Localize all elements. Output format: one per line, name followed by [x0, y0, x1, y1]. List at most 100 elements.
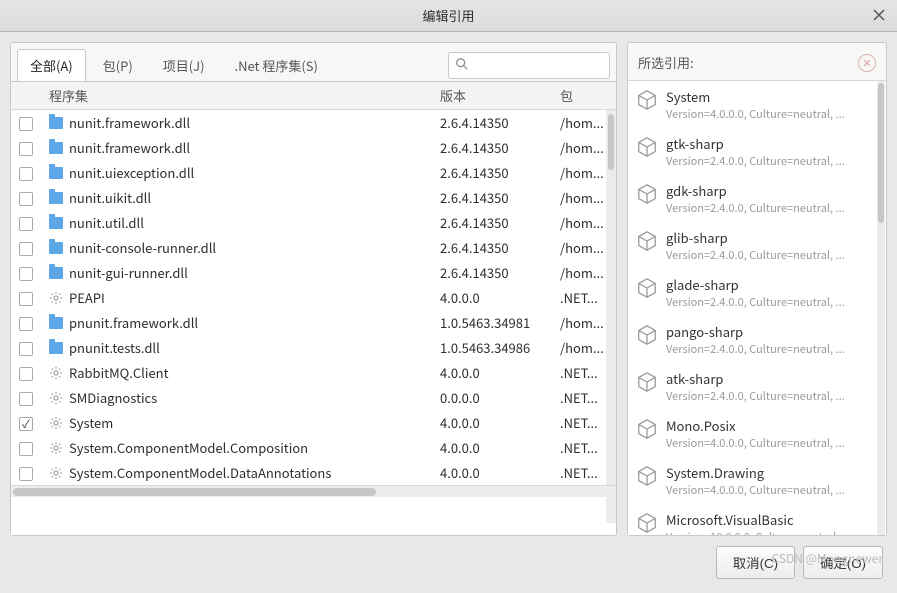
selected-meta: Version=2.4.0.0, Culture=neutral, ...	[666, 200, 878, 216]
row-checkbox[interactable]	[19, 267, 33, 281]
table-row[interactable]: System.ComponentModel.Composition 4.0.0.0…	[11, 435, 616, 460]
row-checkbox[interactable]	[19, 292, 33, 306]
selected-item[interactable]: pango-sharpVersion=2.4.0.0, Culture=neut…	[628, 316, 886, 363]
assembly-name: pnunit.framework.dll	[69, 313, 198, 332]
package-icon	[636, 371, 658, 393]
selected-meta: Version=4.0.0.0, Culture=neutral, ...	[666, 482, 878, 498]
assembly-version: 1.0.5463.34981	[432, 310, 552, 335]
tab-3[interactable]: .Net 程序集(S)	[221, 49, 330, 81]
selected-name: pango-sharp	[666, 322, 878, 341]
table-row[interactable]: pnunit.framework.dll1.0.5463.34981/hom..…	[11, 310, 616, 335]
assembly-name: System.ComponentModel.Composition	[69, 438, 308, 457]
tabs-row: 全部(A)包(P)项目(J).Net 程序集(S)	[11, 43, 616, 81]
table-row[interactable]: nunit.util.dll2.6.4.14350/hom...	[11, 210, 616, 235]
horizontal-scrollbar[interactable]	[11, 485, 616, 497]
row-checkbox[interactable]	[19, 467, 33, 481]
table-row[interactable]: System4.0.0.0.NET...	[11, 410, 616, 435]
assembly-name: nunit.framework.dll	[69, 113, 190, 132]
selected-list[interactable]: SystemVersion=4.0.0.0, Culture=neutral, …	[628, 80, 886, 535]
column-version[interactable]: 版本	[432, 82, 552, 110]
clear-selection-icon[interactable]: ✕	[858, 54, 876, 72]
folder-icon	[49, 242, 63, 254]
row-checkbox[interactable]	[19, 317, 33, 331]
package-icon	[636, 324, 658, 346]
assembly-name: nunit-console-runner.dll	[69, 238, 216, 257]
tab-2[interactable]: 项目(J)	[150, 49, 218, 81]
column-package[interactable]: 包	[552, 82, 616, 110]
search-icon	[455, 56, 469, 75]
table-row[interactable]: RabbitMQ.Client4.0.0.0.NET...	[11, 360, 616, 385]
package-icon	[636, 136, 658, 158]
assembly-version: 2.6.4.14350	[432, 110, 552, 136]
table-row[interactable]: nunit.uiexception.dll2.6.4.14350/hom...	[11, 160, 616, 185]
selected-item[interactable]: gtk-sharpVersion=2.4.0.0, Culture=neutra…	[628, 128, 886, 175]
row-checkbox[interactable]	[19, 242, 33, 256]
selected-meta: Version=4.0.0.0, Culture=neutral, ...	[666, 435, 878, 451]
row-checkbox[interactable]	[19, 167, 33, 181]
selected-item[interactable]: Microsoft.VisualBasicVersion=10.0.0.0, C…	[628, 504, 886, 535]
assembly-version: 2.6.4.14350	[432, 260, 552, 285]
selected-item[interactable]: glade-sharpVersion=2.4.0.0, Culture=neut…	[628, 269, 886, 316]
folder-icon	[49, 267, 63, 279]
assembly-name: SMDiagnostics	[69, 388, 157, 407]
table-row[interactable]: nunit-console-runner.dll2.6.4.14350/hom.…	[11, 235, 616, 260]
folder-icon	[49, 167, 63, 179]
table-row[interactable]: nunit.framework.dll2.6.4.14350/hom...	[11, 110, 616, 136]
folder-icon	[49, 117, 63, 129]
assembly-version: 2.6.4.14350	[432, 210, 552, 235]
selected-item[interactable]: gdk-sharpVersion=2.4.0.0, Culture=neutra…	[628, 175, 886, 222]
selected-item[interactable]: Mono.PosixVersion=4.0.0.0, Culture=neutr…	[628, 410, 886, 457]
selected-name: glib-sharp	[666, 228, 878, 247]
gear-icon	[49, 466, 63, 480]
selected-meta: Version=2.4.0.0, Culture=neutral, ...	[666, 294, 878, 310]
gear-icon	[49, 366, 63, 380]
table-row[interactable]: nunit.uikit.dll2.6.4.14350/hom...	[11, 185, 616, 210]
assembly-name: nunit.uiexception.dll	[69, 163, 194, 182]
gear-icon	[49, 291, 63, 305]
search-field[interactable]	[448, 52, 610, 79]
assembly-version: 4.0.0.0	[432, 285, 552, 310]
selected-header-label: 所选引用:	[638, 53, 694, 72]
row-checkbox[interactable]	[19, 142, 33, 156]
ok-button[interactable]: 确定(O)	[803, 546, 883, 579]
row-checkbox[interactable]	[19, 417, 33, 431]
table-row[interactable]: PEAPI4.0.0.0.NET...	[11, 285, 616, 310]
selected-item[interactable]: System.DrawingVersion=4.0.0.0, Culture=n…	[628, 457, 886, 504]
table-row[interactable]: pnunit.tests.dll1.0.5463.34986/hom...	[11, 335, 616, 360]
table-row[interactable]: SMDiagnostics0.0.0.0.NET...	[11, 385, 616, 410]
table-row[interactable]: nunit-gui-runner.dll2.6.4.14350/hom...	[11, 260, 616, 285]
package-icon	[636, 418, 658, 440]
assembly-version: 4.0.0.0	[432, 360, 552, 385]
search-input[interactable]	[473, 58, 603, 73]
row-checkbox[interactable]	[19, 342, 33, 356]
vertical-scrollbar[interactable]	[606, 110, 616, 523]
row-checkbox[interactable]	[19, 117, 33, 131]
selected-item[interactable]: glib-sharpVersion=2.4.0.0, Culture=neutr…	[628, 222, 886, 269]
row-checkbox[interactable]	[19, 217, 33, 231]
assembly-name: System.ComponentModel.DataAnnotations	[69, 463, 331, 482]
table-row[interactable]: nunit.framework.dll2.6.4.14350/hom...	[11, 135, 616, 160]
selected-name: gtk-sharp	[666, 134, 878, 153]
close-icon[interactable]	[871, 7, 887, 23]
folder-icon	[49, 142, 63, 154]
assembly-grid[interactable]: 程序集 版本 包 nunit.framework.dll2.6.4.14350/…	[11, 81, 616, 535]
column-assembly[interactable]: 程序集	[41, 82, 432, 110]
selected-item[interactable]: SystemVersion=4.0.0.0, Culture=neutral, …	[628, 81, 886, 128]
selected-meta: Version=4.0.0.0, Culture=neutral, ...	[666, 106, 878, 122]
selected-item[interactable]: atk-sharpVersion=2.4.0.0, Culture=neutra…	[628, 363, 886, 410]
row-checkbox[interactable]	[19, 392, 33, 406]
tab-0[interactable]: 全部(A)	[17, 49, 86, 81]
row-checkbox[interactable]	[19, 367, 33, 381]
selected-name: Microsoft.VisualBasic	[666, 510, 878, 529]
table-row[interactable]: System.ComponentModel.DataAnnotations4.0…	[11, 460, 616, 485]
cancel-button[interactable]: 取消(C)	[716, 546, 795, 579]
tab-1[interactable]: 包(P)	[90, 49, 146, 81]
package-icon	[636, 230, 658, 252]
assembly-version: 1.0.5463.34986	[432, 335, 552, 360]
dialog-title: 编辑引用	[422, 6, 474, 25]
selected-scrollbar[interactable]	[878, 83, 884, 223]
row-checkbox[interactable]	[19, 192, 33, 206]
row-checkbox[interactable]	[19, 442, 33, 456]
folder-icon	[49, 342, 63, 354]
assembly-version: 4.0.0.0	[432, 435, 552, 460]
